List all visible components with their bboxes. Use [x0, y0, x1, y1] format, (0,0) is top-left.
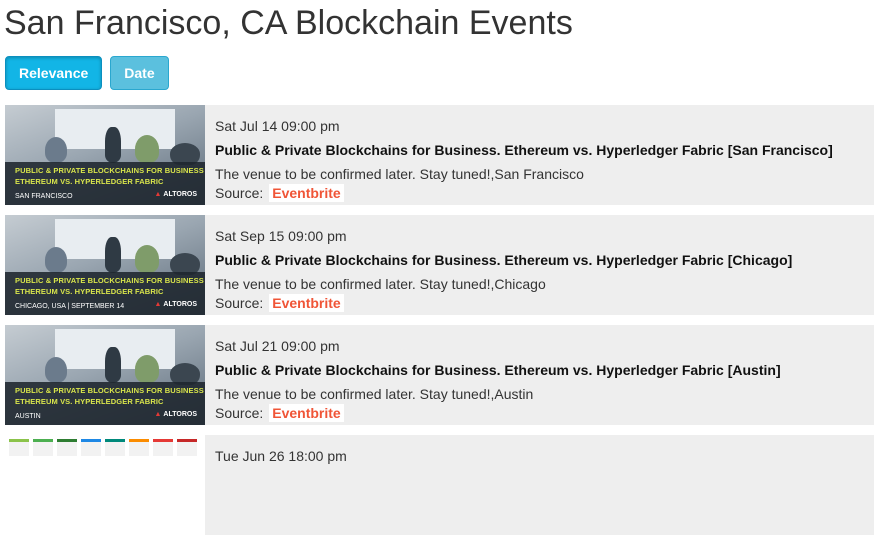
logo-tile	[105, 439, 125, 456]
event-source: Source: Eventbrite	[215, 404, 344, 422]
event-card[interactable]: PUBLIC & PRIVATE BLOCKCHAINS FOR BUSINES…	[5, 215, 874, 315]
altoros-logo: ▲ ALTOROS	[154, 191, 197, 198]
event-venue: The venue to be confirmed later. Stay tu…	[215, 386, 534, 402]
image-subheadline: ETHEREUM VS. HYPERLEDGER FABRIC	[15, 397, 164, 406]
logo-tile	[129, 439, 149, 456]
image-location: SAN FRANCISCO	[15, 193, 73, 200]
person-graphic	[135, 135, 159, 163]
eventbrite-logo[interactable]: Eventbrite	[269, 184, 344, 202]
sort-toolbar: Relevance Date	[5, 56, 169, 90]
event-image[interactable]	[5, 435, 205, 535]
event-date: Sat Sep 15 09:00 pm	[215, 228, 347, 244]
logo-tile	[177, 439, 197, 456]
image-location: AUSTIN	[15, 413, 41, 420]
source-label: Source:	[215, 185, 264, 201]
altoros-logo: ▲ ALTOROS	[154, 411, 197, 418]
person-graphic	[45, 247, 67, 273]
event-date: Tue Jun 26 18:00 pm	[215, 448, 347, 464]
brand-name: ALTOROS	[163, 301, 197, 308]
image-subheadline: ETHEREUM VS. HYPERLEDGER FABRIC	[15, 287, 164, 296]
logo-tile	[9, 439, 29, 456]
event-source: Source: Eventbrite	[215, 294, 344, 312]
logo-tile	[81, 439, 101, 456]
person-graphic	[105, 347, 121, 383]
event-card[interactable]: PUBLIC & PRIVATE BLOCKCHAINS FOR BUSINES…	[5, 105, 874, 205]
altoros-logo-icon: ▲	[154, 301, 162, 308]
person-graphic	[135, 355, 159, 383]
altoros-logo-icon: ▲	[154, 191, 162, 198]
event-card[interactable]: Tue Jun 26 18:00 pm	[5, 435, 874, 535]
event-venue: The venue to be confirmed later. Stay tu…	[215, 276, 546, 292]
event-title[interactable]: Public & Private Blockchains for Busines…	[215, 362, 781, 378]
event-source: Source: Eventbrite	[215, 184, 344, 202]
page-title: San Francisco, CA Blockchain Events	[4, 4, 573, 42]
image-headline: PUBLIC & PRIVATE BLOCKCHAINS FOR BUSINES…	[15, 386, 204, 395]
image-subheadline: ETHEREUM VS. HYPERLEDGER FABRIC	[15, 177, 164, 186]
event-venue: The venue to be confirmed later. Stay tu…	[215, 166, 584, 182]
person-graphic	[45, 137, 67, 163]
logo-tile	[57, 439, 77, 456]
source-label: Source:	[215, 295, 264, 311]
person-graphic	[105, 237, 121, 273]
source-label: Source:	[215, 405, 264, 421]
logo-tile	[153, 439, 173, 456]
altoros-logo-icon: ▲	[154, 411, 162, 418]
person-graphic	[45, 357, 67, 383]
event-card[interactable]: PUBLIC & PRIVATE BLOCKCHAINS FOR BUSINES…	[5, 325, 874, 425]
altoros-logo: ▲ ALTOROS	[154, 301, 197, 308]
image-headline: PUBLIC & PRIVATE BLOCKCHAINS FOR BUSINES…	[15, 276, 204, 285]
image-headline: PUBLIC & PRIVATE BLOCKCHAINS FOR BUSINES…	[15, 166, 204, 175]
event-image[interactable]: PUBLIC & PRIVATE BLOCKCHAINS FOR BUSINES…	[5, 215, 205, 315]
event-image[interactable]: PUBLIC & PRIVATE BLOCKCHAINS FOR BUSINES…	[5, 325, 205, 425]
sort-date-button[interactable]: Date	[110, 56, 169, 90]
event-image[interactable]: PUBLIC & PRIVATE BLOCKCHAINS FOR BUSINES…	[5, 105, 205, 205]
eventbrite-logo[interactable]: Eventbrite	[269, 404, 344, 422]
event-date: Sat Jul 14 09:00 pm	[215, 118, 340, 134]
brand-name: ALTOROS	[163, 411, 197, 418]
brand-name: ALTOROS	[163, 191, 197, 198]
sort-relevance-button[interactable]: Relevance	[5, 56, 103, 90]
event-date: Sat Jul 21 09:00 pm	[215, 338, 340, 354]
eventbrite-logo[interactable]: Eventbrite	[269, 294, 344, 312]
event-title[interactable]: Public & Private Blockchains for Busines…	[215, 142, 833, 158]
person-graphic	[135, 245, 159, 273]
image-location: CHICAGO, USA | SEPTEMBER 14	[15, 303, 125, 310]
logo-tile	[33, 439, 53, 456]
person-graphic	[105, 127, 121, 163]
event-title[interactable]: Public & Private Blockchains for Busines…	[215, 252, 792, 268]
